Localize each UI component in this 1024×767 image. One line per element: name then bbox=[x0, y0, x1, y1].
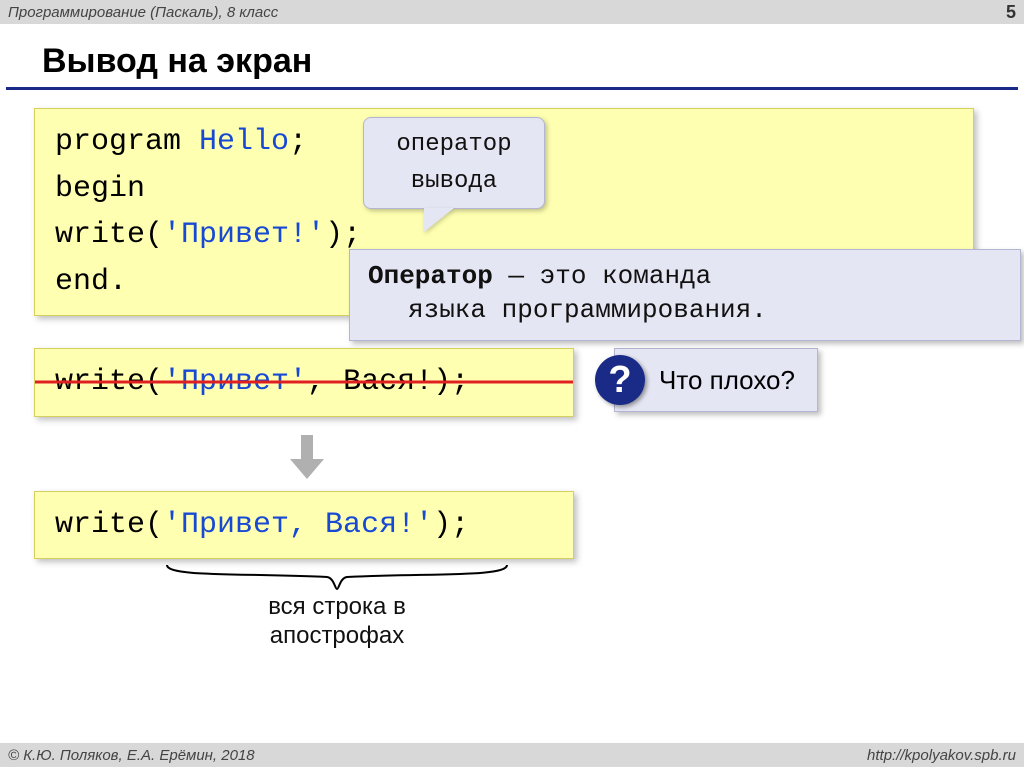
question-mark-icon: ? bbox=[595, 355, 645, 405]
row-wrong-and-question: write('Привет', Вася!); ? Что плохо? bbox=[34, 348, 990, 417]
code-correct: write('Привет, Вася!'); bbox=[34, 491, 574, 560]
brace-caption: вся строка в апострофах bbox=[162, 593, 512, 651]
callout-line: вывода bbox=[374, 163, 534, 200]
question-box: ? Что плохо? bbox=[614, 348, 818, 412]
page-number: 5 bbox=[1006, 2, 1016, 23]
code-wrong: write('Привет', Вася!); bbox=[34, 348, 574, 417]
arrow-down-icon bbox=[290, 435, 324, 479]
slide-title: Вывод на экран bbox=[6, 24, 1018, 90]
copyright: © К.Ю. Поляков, Е.А. Ерёмин, 2018 bbox=[8, 747, 255, 764]
curly-brace-icon bbox=[162, 563, 512, 591]
question-text: Что плохо? bbox=[659, 365, 795, 396]
slide-footer: © К.Ю. Поляков, Е.А. Ерёмин, 2018 http:/… bbox=[0, 743, 1024, 767]
code-call: write( bbox=[55, 218, 163, 252]
callout-operator-output: оператор вывода bbox=[363, 117, 545, 209]
course-name: Программирование (Паскаль), 8 класс bbox=[8, 4, 278, 21]
callout-tail-icon bbox=[424, 208, 454, 232]
strike-line-icon bbox=[35, 381, 573, 384]
definition-term: Оператор bbox=[368, 261, 493, 291]
code-string: 'Привет, Вася!' bbox=[163, 508, 433, 542]
code-string: 'Привет!' bbox=[163, 218, 325, 252]
definition-box: Оператор — это команда языка программиро… bbox=[349, 249, 1021, 341]
slide-content: program Hello; begin write('Привет!'); e… bbox=[0, 108, 1024, 651]
code-main: program Hello; begin write('Привет!'); e… bbox=[34, 108, 974, 316]
callout-line: оператор bbox=[374, 126, 534, 163]
definition-text: — это команда bbox=[493, 261, 711, 291]
code-keyword: program bbox=[55, 125, 181, 159]
brace-annotation: вся строка в апострофах bbox=[162, 563, 512, 651]
code-identifier: Hello bbox=[199, 125, 289, 159]
footer-url: http://kpolyakov.spb.ru bbox=[867, 747, 1016, 764]
slide-header: Программирование (Паскаль), 8 класс 5 bbox=[0, 0, 1024, 24]
definition-text: языка программирования. bbox=[368, 295, 767, 325]
